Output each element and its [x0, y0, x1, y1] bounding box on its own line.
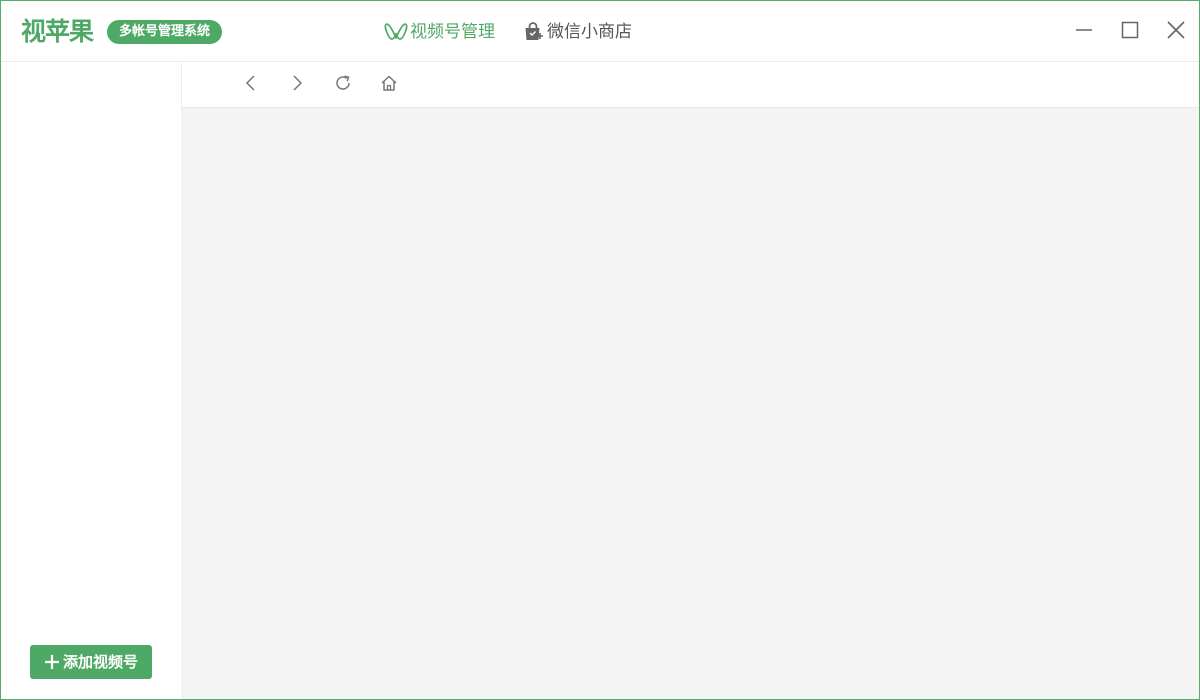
forward-button[interactable] [285, 73, 309, 97]
nav-item-shop[interactable]: 微信小商店 [521, 18, 632, 46]
refresh-button[interactable] [331, 73, 355, 97]
home-button[interactable] [377, 73, 401, 97]
nav-label-shop: 微信小商店 [547, 22, 632, 42]
nav-item-channels[interactable]: 视频号管理 [384, 18, 495, 46]
refresh-icon [334, 74, 352, 96]
app-subtitle-badge: 多帐号管理系统 [107, 20, 223, 44]
close-button[interactable] [1153, 15, 1199, 49]
top-nav: 视频号管理 微信小商店 [384, 18, 658, 46]
close-icon [1167, 21, 1185, 43]
account-sidebar: 添加视频号 [1, 62, 181, 699]
add-channel-label: 添加视频号 [62, 653, 138, 671]
app-window: 视苹果 多帐号管理系统 视频号管理 微信小商店 添加视频号 [0, 0, 1200, 700]
maximize-button[interactable] [1107, 15, 1153, 49]
add-channel-button[interactable]: 添加视频号 [30, 645, 152, 679]
window-controls [1061, 15, 1199, 49]
title-bar[interactable]: 视苹果 多帐号管理系统 视频号管理 微信小商店 [1, 1, 1199, 62]
main-panel [181, 62, 1199, 699]
maximize-icon [1121, 21, 1139, 43]
home-icon [380, 74, 398, 96]
chevron-right-icon [289, 74, 305, 96]
shopping-bag-icon [521, 20, 545, 44]
plus-icon [44, 654, 63, 670]
minimize-icon [1075, 21, 1093, 43]
nav-label-channels: 视频号管理 [410, 22, 495, 42]
app-logo: 视苹果 [21, 17, 94, 46]
webview-content[interactable] [181, 108, 1199, 699]
back-button[interactable] [239, 73, 263, 97]
browser-toolbar [181, 62, 1199, 108]
chevron-left-icon [243, 74, 259, 96]
channels-butterfly-icon [384, 20, 408, 44]
minimize-button[interactable] [1061, 15, 1107, 49]
